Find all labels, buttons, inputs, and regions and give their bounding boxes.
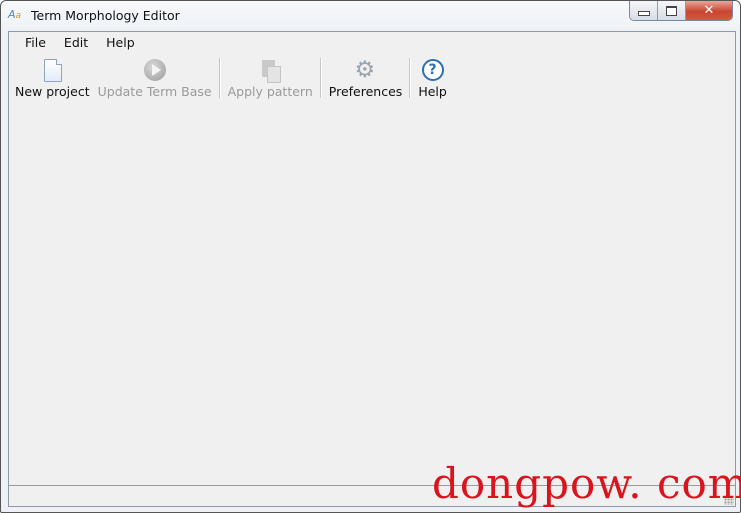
window-title: Term Morphology Editor: [31, 8, 180, 23]
menu-file[interactable]: File: [17, 32, 54, 54]
title-bar[interactable]: Aa Term Morphology Editor ✕: [1, 1, 740, 31]
toolbar: New project Update Term Base Apply patte…: [9, 54, 735, 104]
preferences-button[interactable]: ⚙ Preferences: [325, 54, 407, 100]
help-button[interactable]: ? Help: [414, 54, 451, 100]
update-term-base-label: Update Term Base: [97, 84, 212, 99]
close-button[interactable]: ✕: [686, 1, 732, 20]
apply-pattern-button[interactable]: Apply pattern: [224, 54, 317, 100]
toolbar-separator: [409, 58, 412, 98]
main-window: Aa Term Morphology Editor ✕ File Edit He…: [0, 0, 741, 513]
toolbar-separator: [218, 58, 221, 98]
gear-icon: ⚙: [354, 57, 376, 83]
window-controls: ✕: [629, 1, 733, 21]
client-area: File Edit Help New project Update Term B…: [8, 31, 736, 507]
close-icon: ✕: [703, 3, 715, 18]
new-project-label: New project: [15, 84, 90, 99]
new-project-button[interactable]: New project: [11, 54, 94, 100]
workspace-area: [9, 104, 735, 484]
watermark-text: dongpow. com: [432, 459, 741, 508]
apply-pattern-label: Apply pattern: [227, 84, 313, 99]
new-document-icon: [40, 58, 64, 82]
app-icon: Aa: [8, 8, 22, 21]
preferences-label: Preferences: [328, 84, 403, 99]
help-label: Help: [418, 84, 447, 99]
update-term-base-button[interactable]: Update Term Base: [94, 54, 216, 100]
menu-help[interactable]: Help: [98, 32, 143, 54]
minimize-button[interactable]: [630, 1, 658, 20]
play-icon: [143, 58, 167, 82]
minimize-icon: [637, 11, 650, 16]
help-icon: ?: [421, 58, 445, 82]
maximize-button[interactable]: [658, 1, 686, 20]
menu-edit[interactable]: Edit: [56, 32, 96, 54]
paste-icon: [258, 58, 282, 83]
maximize-icon: [666, 5, 677, 16]
menu-bar: File Edit Help: [9, 32, 735, 54]
toolbar-separator: [319, 58, 322, 98]
